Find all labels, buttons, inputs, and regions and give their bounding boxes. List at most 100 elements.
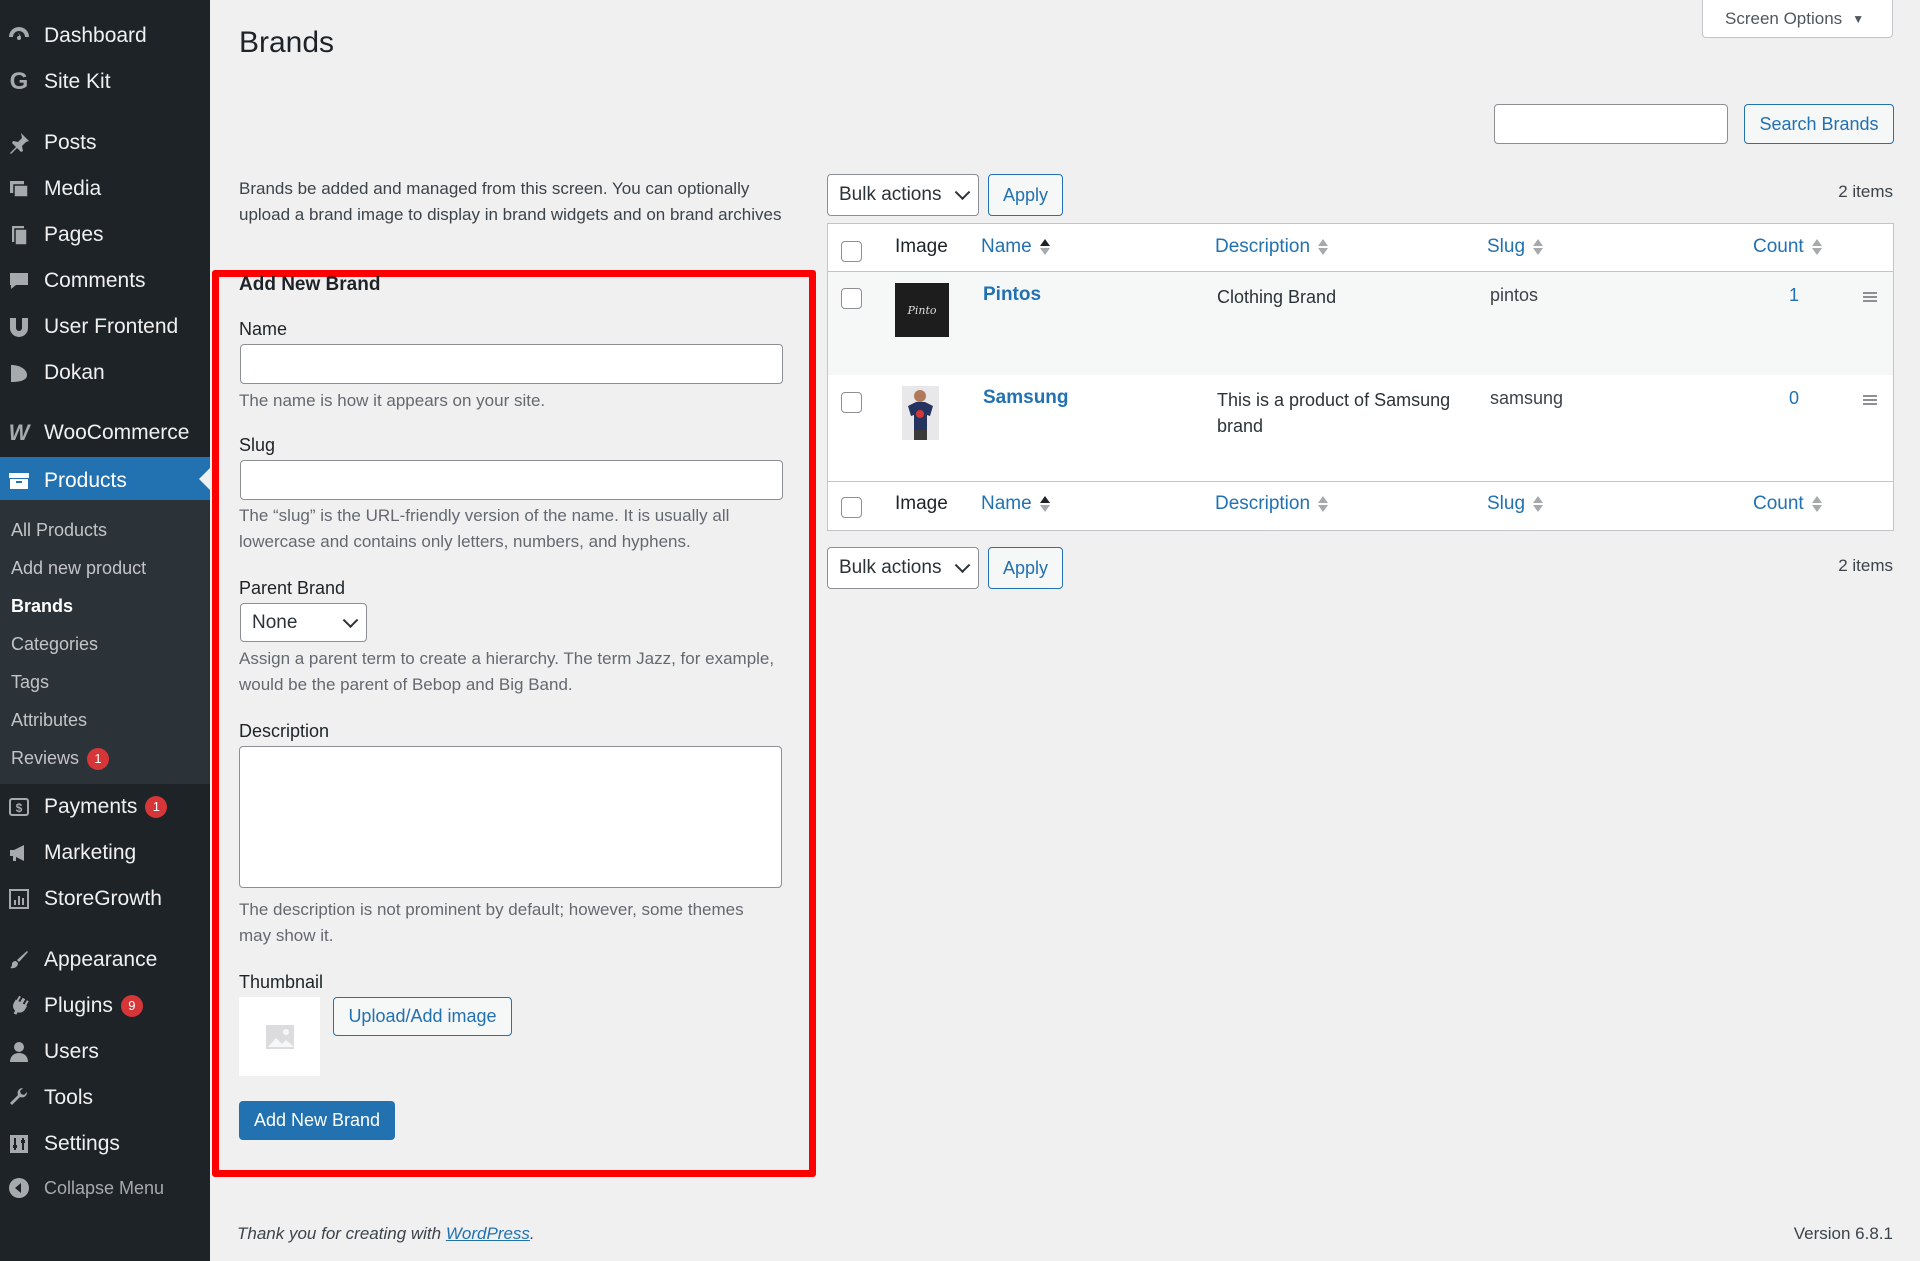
drag-handle-icon[interactable] (1863, 292, 1877, 302)
row-checkbox[interactable] (841, 288, 862, 309)
brand-slug: pintos (1490, 285, 1539, 305)
description-help: The description is not prominent by defa… (239, 900, 744, 945)
caret-down-icon: ▼ (1852, 11, 1865, 26)
menu-item-pages[interactable]: Pages (0, 213, 210, 257)
sort-icon (1318, 238, 1329, 256)
brand-thumbnail-samsung (902, 386, 939, 440)
pin-icon (6, 130, 32, 156)
submenu-attributes[interactable]: Attributes (11, 710, 87, 731)
column-count-sort[interactable]: Count (1753, 236, 1822, 258)
add-new-brand-heading: Add New Brand (239, 274, 381, 295)
menu-item-site-kit[interactable]: G Site Kit (0, 60, 210, 104)
sort-icon (1533, 238, 1544, 256)
settings-icon (6, 1131, 32, 1157)
bulk-actions-select-bottom[interactable]: Bulk actions (827, 547, 979, 589)
select-all-checkbox[interactable] (841, 241, 862, 262)
wordpress-link[interactable]: WordPress (446, 1224, 530, 1243)
plugins-count-badge: 9 (120, 995, 143, 1017)
menu-item-settings[interactable]: Settings (0, 1122, 210, 1166)
archive-box-icon (6, 468, 32, 494)
brand-name-link[interactable]: Samsung (983, 385, 1069, 411)
menu-item-collapse[interactable]: Collapse Menu (0, 1166, 210, 1210)
submenu-tags[interactable]: Tags (11, 672, 49, 693)
menu-item-plugins[interactable]: Plugins 9 (0, 984, 210, 1028)
submenu-all-products[interactable]: All Products (11, 520, 107, 541)
search-brands-input[interactable] (1494, 104, 1728, 144)
items-count-bottom: 2 items (1838, 556, 1893, 575)
column-slug-sort[interactable]: Slug (1487, 236, 1544, 258)
description-textarea[interactable] (239, 746, 782, 888)
menu-item-products[interactable]: Products (0, 457, 210, 505)
menu-item-user-frontend[interactable]: User Frontend (0, 305, 210, 349)
page-title: Brands (239, 26, 335, 59)
search-brands-button[interactable]: Search Brands (1744, 104, 1894, 144)
admin-sidebar: Dashboard G Site Kit Posts Media Pages C… (0, 0, 210, 1261)
brand-name-link[interactable]: Pintos (983, 282, 1041, 308)
row-checkbox[interactable] (841, 392, 862, 413)
plug-icon (6, 993, 32, 1019)
menu-item-appearance[interactable]: Appearance (0, 938, 210, 982)
thumbnail-label: Thumbnail (239, 972, 324, 992)
brand-description: Clothing Brand (1217, 287, 1337, 307)
brand-slug: samsung (1490, 388, 1564, 408)
parent-brand-select[interactable]: None (240, 603, 367, 642)
table-row: Pinto Pintos Clothing Brand pintos 1 (828, 272, 1893, 375)
menu-item-dashboard[interactable]: Dashboard (0, 14, 210, 58)
collapse-icon (6, 1175, 32, 1201)
brand-count-link[interactable]: 1 (1789, 282, 1799, 308)
dokan-icon (6, 360, 32, 386)
bulk-actions-select-top[interactable]: Bulk actions (827, 174, 979, 216)
menu-item-media[interactable]: Media (0, 167, 210, 211)
parent-brand-label: Parent Brand (239, 578, 346, 598)
sort-icon (1039, 238, 1050, 256)
column-name-sort-footer[interactable]: Name (981, 493, 1050, 515)
megaphone-icon (6, 840, 32, 866)
chart-icon (6, 886, 32, 912)
table-row: Samsung This is a product of Samsung bra… (828, 375, 1893, 481)
google-g-icon: G (9, 68, 29, 95)
column-description-sort[interactable]: Description (1215, 236, 1329, 258)
footer-thanks: Thank you for creating with WordPress. (237, 1224, 535, 1243)
column-description-sort-footer[interactable]: Description (1215, 493, 1329, 515)
menu-item-posts[interactable]: Posts (0, 121, 210, 165)
submenu-categories[interactable]: Categories (11, 634, 98, 655)
chevron-down-icon (342, 611, 359, 628)
upload-image-button[interactable]: Upload/Add image (333, 997, 512, 1036)
menu-item-users[interactable]: Users (0, 1030, 210, 1074)
column-count-sort-footer[interactable]: Count (1753, 493, 1822, 515)
submenu-add-new-product[interactable]: Add new product (11, 558, 146, 579)
menu-item-storegrowth[interactable]: StoreGrowth (0, 877, 210, 921)
brand-count-link[interactable]: 0 (1789, 385, 1799, 411)
menu-item-comments[interactable]: Comments (0, 259, 210, 303)
products-submenu: All Products Add new product Brands Cate… (0, 500, 210, 784)
submenu-reviews[interactable]: Reviews 1 (11, 748, 110, 771)
pages-icon (6, 222, 32, 248)
menu-item-payments[interactable]: $ Payments 1 (0, 785, 210, 829)
media-icon (6, 176, 32, 202)
apply-button-top[interactable]: Apply (988, 174, 1063, 216)
woocommerce-icon: W (8, 420, 30, 445)
sort-icon (1039, 495, 1050, 513)
column-slug-sort-footer[interactable]: Slug (1487, 493, 1544, 515)
sort-icon (1811, 238, 1822, 256)
menu-item-marketing[interactable]: Marketing (0, 831, 210, 875)
chevron-down-icon (954, 557, 971, 574)
svg-text:$: $ (16, 801, 23, 815)
submenu-brands[interactable]: Brands (11, 596, 73, 617)
column-image-footer: Image (895, 493, 948, 514)
menu-item-tools[interactable]: Tools (0, 1076, 210, 1120)
drag-handle-icon[interactable] (1863, 395, 1877, 405)
slug-input[interactable] (240, 460, 783, 500)
reviews-count-badge: 1 (87, 748, 110, 771)
thumbnail-placeholder (239, 997, 320, 1076)
table-footer-header: Image Name Description Slug Count (828, 481, 1893, 531)
screen-options-button[interactable]: Screen Options ▼ (1702, 0, 1893, 38)
add-new-brand-button[interactable]: Add New Brand (239, 1101, 395, 1140)
name-input[interactable] (240, 344, 783, 384)
select-all-checkbox-bottom[interactable] (841, 497, 862, 518)
payments-count-badge: 1 (145, 796, 168, 818)
menu-item-dokan[interactable]: Dokan (0, 351, 210, 395)
apply-button-bottom[interactable]: Apply (988, 547, 1063, 589)
menu-item-woocommerce[interactable]: W WooCommerce (0, 411, 210, 455)
column-name-sort[interactable]: Name (981, 236, 1050, 258)
